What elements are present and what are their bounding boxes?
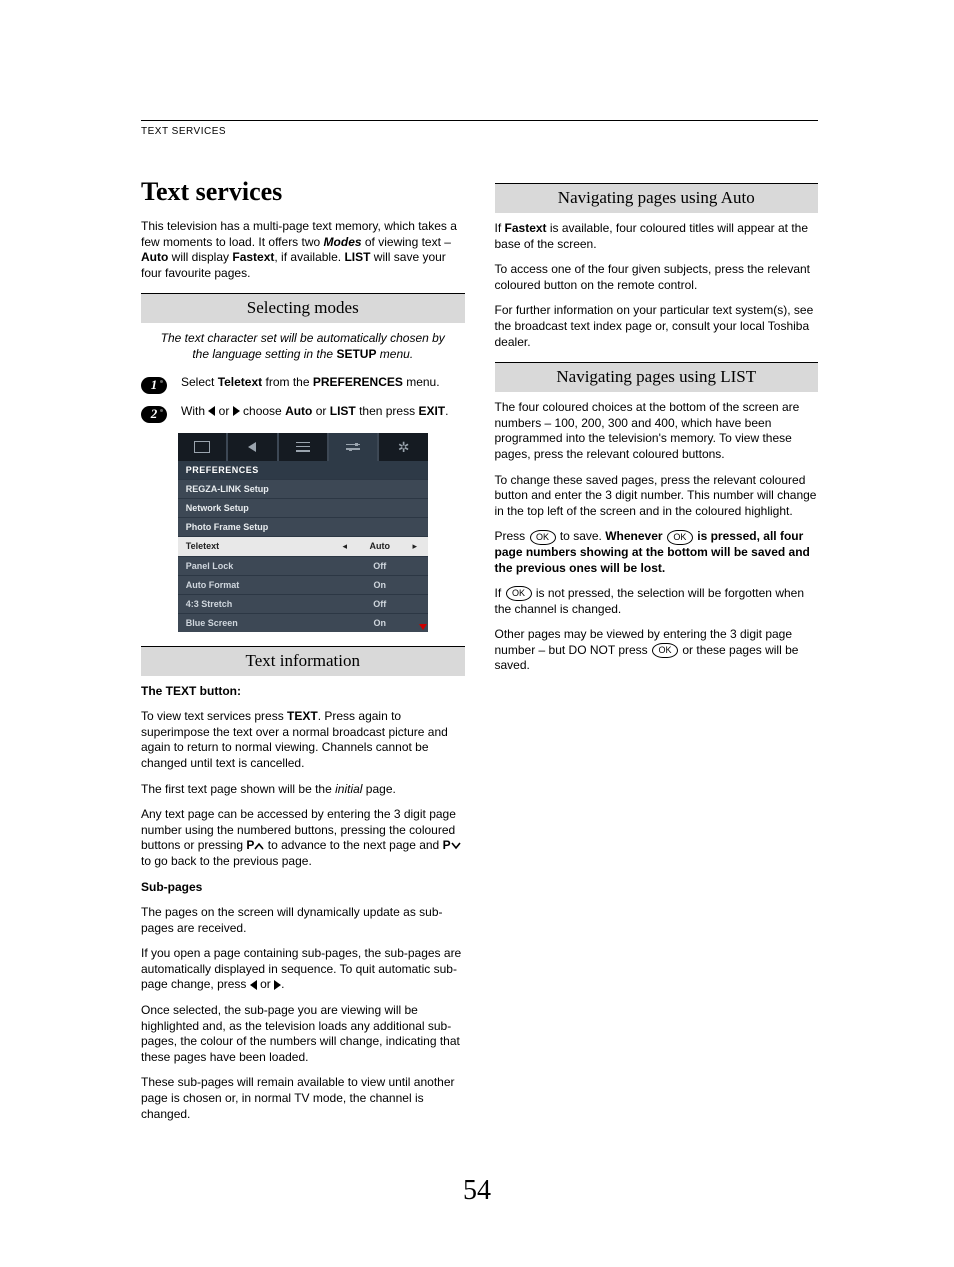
textinfo-p7: These sub-pages will remain available to… <box>141 1075 465 1122</box>
step-badge-2: 2 <box>141 406 167 423</box>
section-selecting-modes: Selecting modes <box>141 293 465 323</box>
ok-button-icon: OK <box>530 530 556 545</box>
text-button-heading: The TEXT button: <box>141 684 465 700</box>
menu-row-bluescreen: Blue ScreenOn <box>178 613 428 632</box>
preferences-menu: ✲ PREFERENCES REGZA-LINK Setup Network S… <box>178 433 428 632</box>
page-number: 54 <box>0 1175 954 1207</box>
tab-preferences-icon <box>329 433 379 461</box>
selecting-note: The text character set will be automatic… <box>151 331 455 362</box>
tab-picture-icon <box>178 433 228 461</box>
subpages-heading: Sub-pages <box>141 880 465 896</box>
right-arrow-icon: ▸ <box>410 541 420 552</box>
intro-paragraph: This television has a multi-page text me… <box>141 219 465 281</box>
menu-title: PREFERENCES <box>178 461 428 479</box>
textinfo-p2: The first text page shown will be the in… <box>141 782 465 798</box>
menu-row-teletext: Teletext ◂ Auto ▸ <box>178 536 428 556</box>
menu-row-panellock: Panel LockOff <box>178 556 428 575</box>
ok-button-icon: OK <box>667 530 693 545</box>
section-nav-auto: Navigating pages using Auto <box>495 183 819 213</box>
navlist-p4: If OK is not pressed, the selection will… <box>495 586 819 617</box>
left-arrow-icon <box>250 980 257 990</box>
tab-setup-icon: ✲ <box>379 433 427 461</box>
navauto-p1: If Fastext is available, four coloured t… <box>495 221 819 252</box>
menu-tabs: ✲ <box>178 433 428 461</box>
textinfo-p6: Once selected, the sub-page you are view… <box>141 1003 465 1065</box>
menu-row-network: Network Setup <box>178 498 428 517</box>
textinfo-p4: The pages on the screen will dynamically… <box>141 905 465 936</box>
menu-row-43stretch: 4:3 StretchOff <box>178 594 428 613</box>
scroll-down-icon <box>419 624 427 630</box>
step-2: 2 With or choose Auto or LIST then press… <box>141 404 465 423</box>
textinfo-p1: To view text services press TEXT. Press … <box>141 709 465 771</box>
navlist-p1: The four coloured choices at the bottom … <box>495 400 819 462</box>
navlist-p3: Press OK to save. Whenever OK is pressed… <box>495 529 819 576</box>
navauto-p2: To access one of the four given subjects… <box>495 262 819 293</box>
section-nav-list: Navigating pages using LIST <box>495 362 819 392</box>
p-up-icon <box>254 842 264 850</box>
navlist-p5: Other pages may be viewed by entering th… <box>495 627 819 674</box>
page-title: Text services <box>141 177 465 207</box>
step-badge-1: 1 <box>141 377 167 394</box>
left-arrow-icon: ◂ <box>340 541 350 552</box>
menu-row-autoformat: Auto FormatOn <box>178 575 428 594</box>
ok-button-icon: OK <box>652 643 678 658</box>
section-text-information: Text information <box>141 646 465 676</box>
menu-row-photoframe: Photo Frame Setup <box>178 517 428 536</box>
textinfo-p5: If you open a page containing sub-pages,… <box>141 946 465 993</box>
ok-button-icon: OK <box>506 586 532 601</box>
step-1: 1 Select Teletext from the PREFERENCES m… <box>141 375 465 394</box>
tab-list-icon <box>279 433 329 461</box>
running-header: TEXT SERVICES <box>141 126 226 137</box>
navauto-p3: For further information on your particul… <box>495 303 819 350</box>
textinfo-p3: Any text page can be accessed by enterin… <box>141 807 465 869</box>
navlist-p2: To change these saved pages, press the r… <box>495 473 819 520</box>
tab-sound-icon <box>228 433 278 461</box>
menu-row-regzalink: REGZA-LINK Setup <box>178 479 428 498</box>
p-down-icon <box>451 842 461 850</box>
right-arrow-icon <box>233 406 240 416</box>
